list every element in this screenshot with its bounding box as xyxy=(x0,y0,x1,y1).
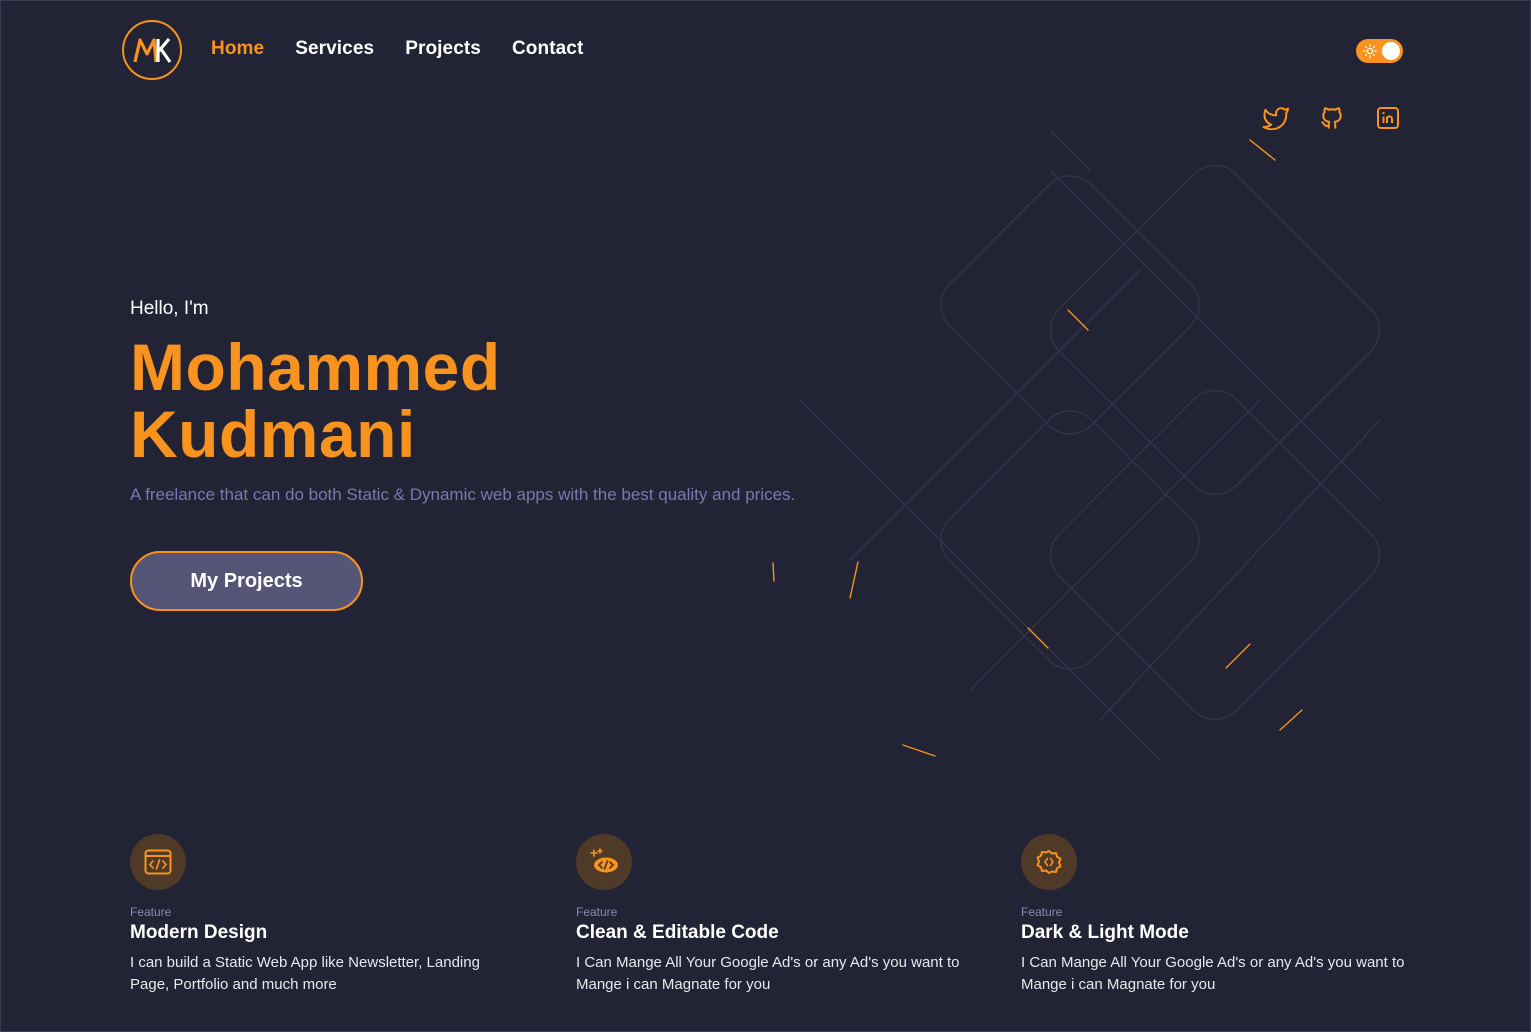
feature-card-modern-design: Feature Modern Design I can build a Stat… xyxy=(130,834,530,996)
logo-mark-icon xyxy=(133,37,172,63)
feature-icon-wrap xyxy=(130,834,186,890)
feature-icon-wrap xyxy=(576,834,632,890)
hero-tagline: A freelance that can do both Static & Dy… xyxy=(130,485,796,504)
github-icon xyxy=(1321,107,1342,129)
gear-code-icon xyxy=(1036,850,1062,874)
hero-greeting: Hello, I'm xyxy=(130,298,209,319)
nav-link-contact[interactable]: Contact xyxy=(512,38,583,60)
theme-toggle[interactable] xyxy=(1356,39,1403,63)
main-nav: Home Services Projects Contact xyxy=(211,38,583,60)
feature-kicker: Feature xyxy=(130,905,172,919)
feature-kicker: Feature xyxy=(576,905,618,919)
hero-background-art xyxy=(772,130,1381,761)
feature-card-clean-code: Feature Clean & Editable Code I Can Mang… xyxy=(576,834,976,996)
github-link[interactable] xyxy=(1318,104,1346,132)
social-links xyxy=(1262,104,1402,132)
linkedin-icon xyxy=(1377,107,1399,129)
hero-name: Mohammed Kudmani xyxy=(130,334,730,468)
feature-title: Clean & Editable Code xyxy=(576,922,779,943)
hero-last-name: Kudmani xyxy=(130,397,416,471)
feature-title: Dark & Light Mode xyxy=(1021,922,1189,943)
linkedin-link[interactable] xyxy=(1374,104,1402,132)
feature-description: I Can Mange All Your Google Ad's or any … xyxy=(1021,954,1405,993)
logo[interactable] xyxy=(122,20,182,80)
twitter-link[interactable] xyxy=(1262,104,1290,132)
feature-card-dark-light-mode: Feature Dark & Light Mode I Can Mange Al… xyxy=(1021,834,1421,996)
code-window-icon xyxy=(144,849,172,875)
sun-icon xyxy=(1363,44,1377,58)
feature-description: I Can Mange All Your Google Ad's or any … xyxy=(576,954,960,993)
nav-link-projects[interactable]: Projects xyxy=(405,38,481,60)
nav-link-services[interactable]: Services xyxy=(295,38,374,60)
hero-first-name: Mohammed xyxy=(130,330,501,404)
nav-link-home[interactable]: Home xyxy=(211,38,264,60)
twitter-icon xyxy=(1262,107,1289,130)
toggle-knob xyxy=(1382,42,1400,60)
sparkle-code-icon xyxy=(590,848,618,873)
my-projects-button[interactable]: My Projects xyxy=(130,551,363,611)
feature-icon-wrap xyxy=(1021,834,1077,890)
feature-description: I can build a Static Web App like Newsle… xyxy=(130,954,480,993)
feature-title: Modern Design xyxy=(130,922,268,943)
feature-kicker: Feature xyxy=(1021,905,1063,919)
